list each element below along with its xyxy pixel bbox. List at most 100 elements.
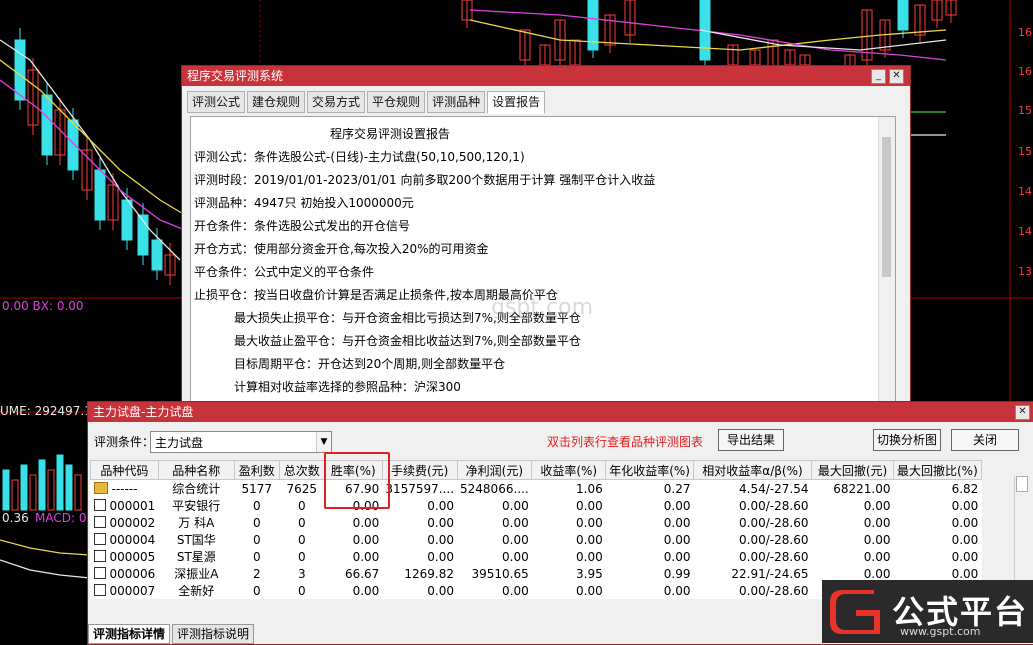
- report-text-area[interactable]: 程序交易评测设置报告 评测公式：条件选股公式-(日线)-主力试盘(50,10,5…: [190, 116, 896, 408]
- close-icon[interactable]: ✕: [889, 69, 904, 84]
- condition-label: 评测条件：: [94, 435, 155, 449]
- cell-relative-return: 0.00/-28.60: [694, 514, 812, 531]
- cell-text: 0: [297, 549, 306, 564]
- close-button[interactable]: 关闭: [951, 429, 1019, 451]
- cell-return: 0.00: [532, 548, 606, 565]
- report-subline-benchmark: 计算相对收益率选择的参照品种：沪深300: [234, 380, 461, 394]
- results-table[interactable]: 品种代码 品种名称 盈利数 总次数 胜率(%) 手续费(元) 净利润(元) 收益…: [90, 460, 982, 599]
- checkbox[interactable]: [93, 498, 106, 511]
- report-scrollbar[interactable]: [878, 117, 895, 407]
- cell-text: 5177: [241, 481, 273, 496]
- cell-return: 0.00: [532, 497, 606, 514]
- cell-text: 3157597....: [385, 481, 455, 496]
- cell-code: 000007: [91, 582, 159, 599]
- settings-dialog-titlebar[interactable]: 程序交易评测系统 _ ✕: [182, 66, 910, 86]
- minimize-icon[interactable]: _: [871, 69, 886, 84]
- report-line-close-condition: 平仓条件：公式中定义的平仓条件: [194, 265, 375, 279]
- results-scroll-thumb[interactable]: [1016, 476, 1028, 492]
- col-header-max-drawdown-ratio[interactable]: 最大回撤比(%): [893, 460, 982, 480]
- chevron-down-icon[interactable]: ▼: [316, 432, 331, 452]
- checkbox[interactable]: [93, 583, 106, 596]
- tab-indicator-details[interactable]: 评测指标详情: [88, 624, 171, 644]
- checkbox[interactable]: [93, 566, 106, 579]
- price-tick-label: 16: [1018, 26, 1032, 39]
- cell-text: 0.99: [663, 566, 691, 581]
- condition-select-value: 主力试盘: [155, 436, 204, 450]
- table-row[interactable]: 000001 平安银行 0 0 0.00 0.00 0.00 0.00 0.00 0.00/-28…: [91, 497, 982, 514]
- tab-formula[interactable]: 评测公式: [187, 91, 246, 113]
- price-tick-label: 15: [1018, 104, 1032, 117]
- tab-settings-report[interactable]: 设置报告: [487, 91, 546, 114]
- col-header-fee[interactable]: 手续费(元): [381, 460, 458, 480]
- cell-text: 0: [252, 515, 261, 530]
- col-header-annual-return[interactable]: 年化收益率(%): [605, 460, 694, 480]
- cell-text: 0.00/-28.60: [739, 515, 809, 530]
- cell-relative-return: 0.00/-28.60: [694, 531, 812, 548]
- cell-text: 0.00: [502, 532, 529, 547]
- cell-total-count: 0: [279, 514, 324, 531]
- results-dialog-titlebar[interactable]: 主力试盘-主力试盘 ✕: [88, 402, 1033, 422]
- col-header-code[interactable]: 品种代码: [90, 460, 159, 480]
- table-row[interactable]: 000004 ST国华 0 0 0.00 0.00 0.00 0.00 0.00 0.00/-28…: [91, 531, 982, 548]
- watermark: gspt.com: [491, 295, 593, 320]
- checkbox[interactable]: [93, 515, 106, 528]
- col-header-net-profit[interactable]: 净利润(元): [456, 460, 533, 480]
- cell-text: 0.00: [951, 515, 979, 530]
- col-header-max-drawdown[interactable]: 最大回撤(元): [811, 460, 894, 480]
- cell-return: 3.95: [532, 565, 606, 582]
- candlestick: [14, 39, 26, 101]
- cell-text: 0.00/-28.60: [739, 549, 809, 564]
- volume-bar: [2, 469, 10, 511]
- price-tick-label: 14: [1018, 225, 1032, 238]
- condition-select[interactable]: 主力试盘 ▼: [150, 431, 332, 453]
- settings-dialog-title: 程序交易评测系统: [187, 69, 284, 83]
- tab-close-rules[interactable]: 平仓规则: [367, 91, 426, 113]
- col-header-return[interactable]: 收益率(%): [531, 460, 607, 480]
- cell-profit-count: 2: [234, 565, 279, 582]
- results-close-icon[interactable]: ✕: [1015, 405, 1030, 420]
- cell-text: 0.00: [352, 549, 380, 564]
- cell-relative-return: 22.91/-24.65: [694, 565, 812, 582]
- volume-bar: [20, 464, 28, 511]
- cell-max-drawdown-ratio: 0.00: [894, 531, 982, 548]
- checkbox[interactable]: [93, 549, 106, 562]
- col-header-name[interactable]: 品种名称: [157, 460, 235, 480]
- cell-fee: 0.00: [382, 531, 457, 548]
- price-tick-label: 15: [1018, 145, 1032, 158]
- cell-text: 000002: [109, 515, 156, 530]
- logo-mark: [830, 590, 880, 634]
- tab-trade-mode[interactable]: 交易方式: [307, 91, 366, 113]
- settings-report-dialog: 程序交易评测系统 _ ✕ 评测公式 建仓规则 交易方式 平仓规则 评测品种 设置…: [181, 65, 911, 408]
- cell-annual-return: 0.00: [606, 582, 694, 599]
- cell-max-drawdown-ratio: 6.82: [894, 480, 982, 498]
- col-header-relative-return[interactable]: 相对收益率α/β(%): [693, 460, 812, 480]
- cell-net-profit: 0.00: [457, 497, 532, 514]
- cell-text: 0.00: [352, 532, 380, 547]
- cell-fee: 0.00: [382, 548, 457, 565]
- cell-text: 0.00: [427, 583, 455, 598]
- export-results-button[interactable]: 导出结果: [718, 429, 784, 451]
- tab-open-rules[interactable]: 建仓规则: [247, 91, 306, 113]
- cell-code: 000004: [91, 531, 159, 548]
- tab-symbols[interactable]: 评测品种: [427, 91, 486, 113]
- cell-relative-return: 0.00/-28.60: [694, 497, 812, 514]
- col-header-total-count[interactable]: 总次数: [278, 460, 325, 480]
- report-scroll-thumb[interactable]: [882, 137, 891, 277]
- tab-indicator-description[interactable]: 评测指标说明: [172, 624, 255, 644]
- table-row[interactable]: 000002 万 科A 0 0 0.00 0.00 0.00 0.00 0.00 0.00/-28…: [91, 514, 982, 531]
- col-header-profit-count[interactable]: 盈利数: [233, 460, 280, 480]
- report-heading: 程序交易评测设置报告: [330, 127, 451, 141]
- cell-name: 万 科A: [158, 514, 234, 531]
- cell-text: 22.91/-24.65: [731, 566, 809, 581]
- checkbox[interactable]: [93, 532, 106, 545]
- cell-relative-return: 0.00/-28.60: [694, 548, 812, 565]
- volume-bar: [29, 474, 37, 511]
- switch-chart-button[interactable]: 切换分析图: [873, 429, 941, 451]
- candlestick: [94, 169, 106, 221]
- cell-text: 2: [252, 566, 261, 581]
- cell-text: 万 科A: [178, 516, 215, 530]
- table-row[interactable]: 000005 ST星源 0 0 0.00 0.00 0.00 0.00 0.00 0.00/-28…: [91, 548, 982, 565]
- cell-relative-return: 4.54/-27.54: [694, 480, 812, 498]
- cell-text: 0.00: [502, 498, 529, 513]
- table-row[interactable]: ------ 综合统计 5177 7625 67.90 3157597.... 524806…: [91, 480, 982, 498]
